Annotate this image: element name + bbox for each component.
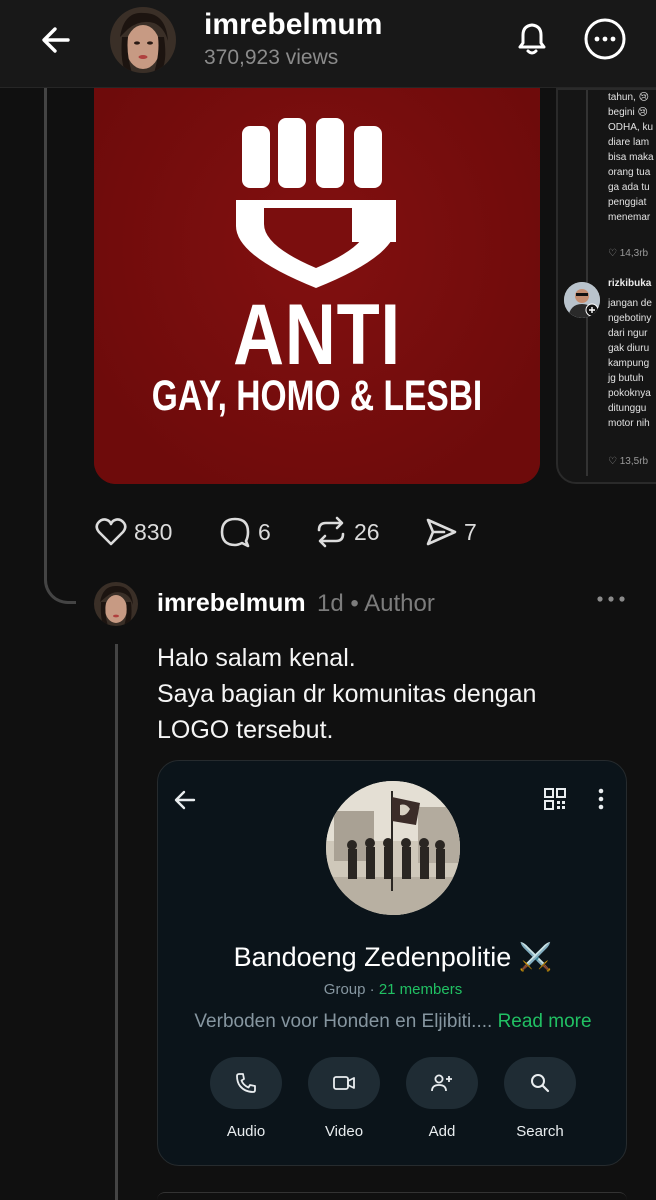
add-person-icon (431, 1074, 452, 1092)
back-arrow-icon[interactable] (36, 20, 76, 60)
anti-text: ANTI (233, 287, 401, 383)
video-icon (333, 1076, 355, 1090)
post-image[interactable]: ANTI GAY, HOMO & LESBI (94, 88, 540, 484)
side-commenter-avatar (564, 282, 600, 318)
profile-avatar[interactable] (110, 7, 176, 73)
side-commenter-name: rizkibuka (608, 278, 652, 289)
comment-count: 6 (258, 518, 271, 545)
more-options-icon[interactable] (582, 16, 628, 62)
qr-code-icon (544, 788, 566, 810)
audio-button: Audio (210, 1057, 282, 1140)
comment-button[interactable]: 6 (218, 510, 271, 554)
reply-username[interactable]: imrebelmum (157, 589, 306, 618)
heart-icon (95, 518, 127, 546)
share-count: 7 (464, 518, 477, 545)
bell-icon[interactable] (510, 16, 554, 60)
video-label: Video (324, 1123, 364, 1140)
group-members: 21 members (378, 981, 463, 998)
group-photo (326, 781, 460, 915)
reply-body: Halo salam kenal. Saya bagian dr komunit… (157, 640, 627, 748)
top-bar: imrebelmum 370,923 views (0, 0, 656, 88)
group-description-text: Verboden voor Honden en Eljibiti.... (194, 1011, 498, 1032)
side-like-count-1: ♡ 14,3rb (608, 248, 649, 259)
secondary-image-card[interactable]: tahun, 😢 begini 😢 ODHA, ku diare lam bis… (556, 88, 656, 484)
reply-meta: 1d • Author (317, 590, 435, 617)
menu-dots-icon (598, 788, 604, 810)
search-icon (531, 1074, 550, 1093)
add-label: Add (428, 1123, 456, 1140)
side-comment-text-1: tahun, 😢 begini 😢 ODHA, ku diare lam bis… (608, 92, 654, 223)
reply-more-icon[interactable] (596, 594, 626, 604)
anti-subtext: GAY, HOMO & LESBI (151, 372, 483, 420)
back-arrow-icon (174, 790, 196, 810)
share-button[interactable]: 7 (424, 510, 477, 554)
group-description: Verboden voor Honden en Eljibiti.... Rea… (158, 1011, 626, 1033)
header-views: 370,923 views (204, 46, 339, 69)
reply-line-3: LOGO tersebut. (157, 716, 334, 744)
repost-count: 26 (354, 518, 380, 545)
add-button: Add (406, 1057, 478, 1140)
thread-connector (44, 88, 76, 604)
side-comment-text-2: jangan de ngebotiny dari ngur gak diuru … (608, 298, 652, 429)
fist-shield-logo (236, 118, 396, 288)
search-label: Search (516, 1123, 564, 1140)
like-count: 830 (134, 518, 173, 545)
group-subtitle: Group · 21 members (158, 981, 626, 998)
phone-icon (236, 1073, 256, 1093)
audio-label: Audio (226, 1123, 266, 1140)
reply-line-1: Halo salam kenal. (157, 644, 356, 672)
reply-avatar[interactable] (94, 582, 138, 626)
repost-button[interactable]: 26 (314, 510, 380, 554)
like-button[interactable]: 830 (94, 510, 172, 554)
comment-bubble-icon (220, 517, 250, 548)
search-button: Search (504, 1057, 576, 1140)
reply-connector (115, 644, 118, 1200)
video-button: Video (308, 1057, 380, 1140)
send-icon (426, 518, 457, 546)
group-name: Bandoeng Zedenpolitie ⚔️ (233, 942, 553, 972)
read-more-link: Read more (497, 1011, 592, 1032)
group-info-screenshot[interactable]: Bandoeng Zedenpolitie ⚔️ Group · 21 memb… (157, 760, 627, 1166)
header-username[interactable]: imrebelmum (204, 8, 382, 42)
reply-line-2: Saya bagian dr komunitas dengan (157, 680, 537, 708)
repost-icon (317, 516, 345, 548)
group-type: Group · (323, 981, 379, 998)
side-like-count-2: ♡ 13,5rb (608, 456, 649, 467)
next-card-edge (157, 1192, 627, 1200)
